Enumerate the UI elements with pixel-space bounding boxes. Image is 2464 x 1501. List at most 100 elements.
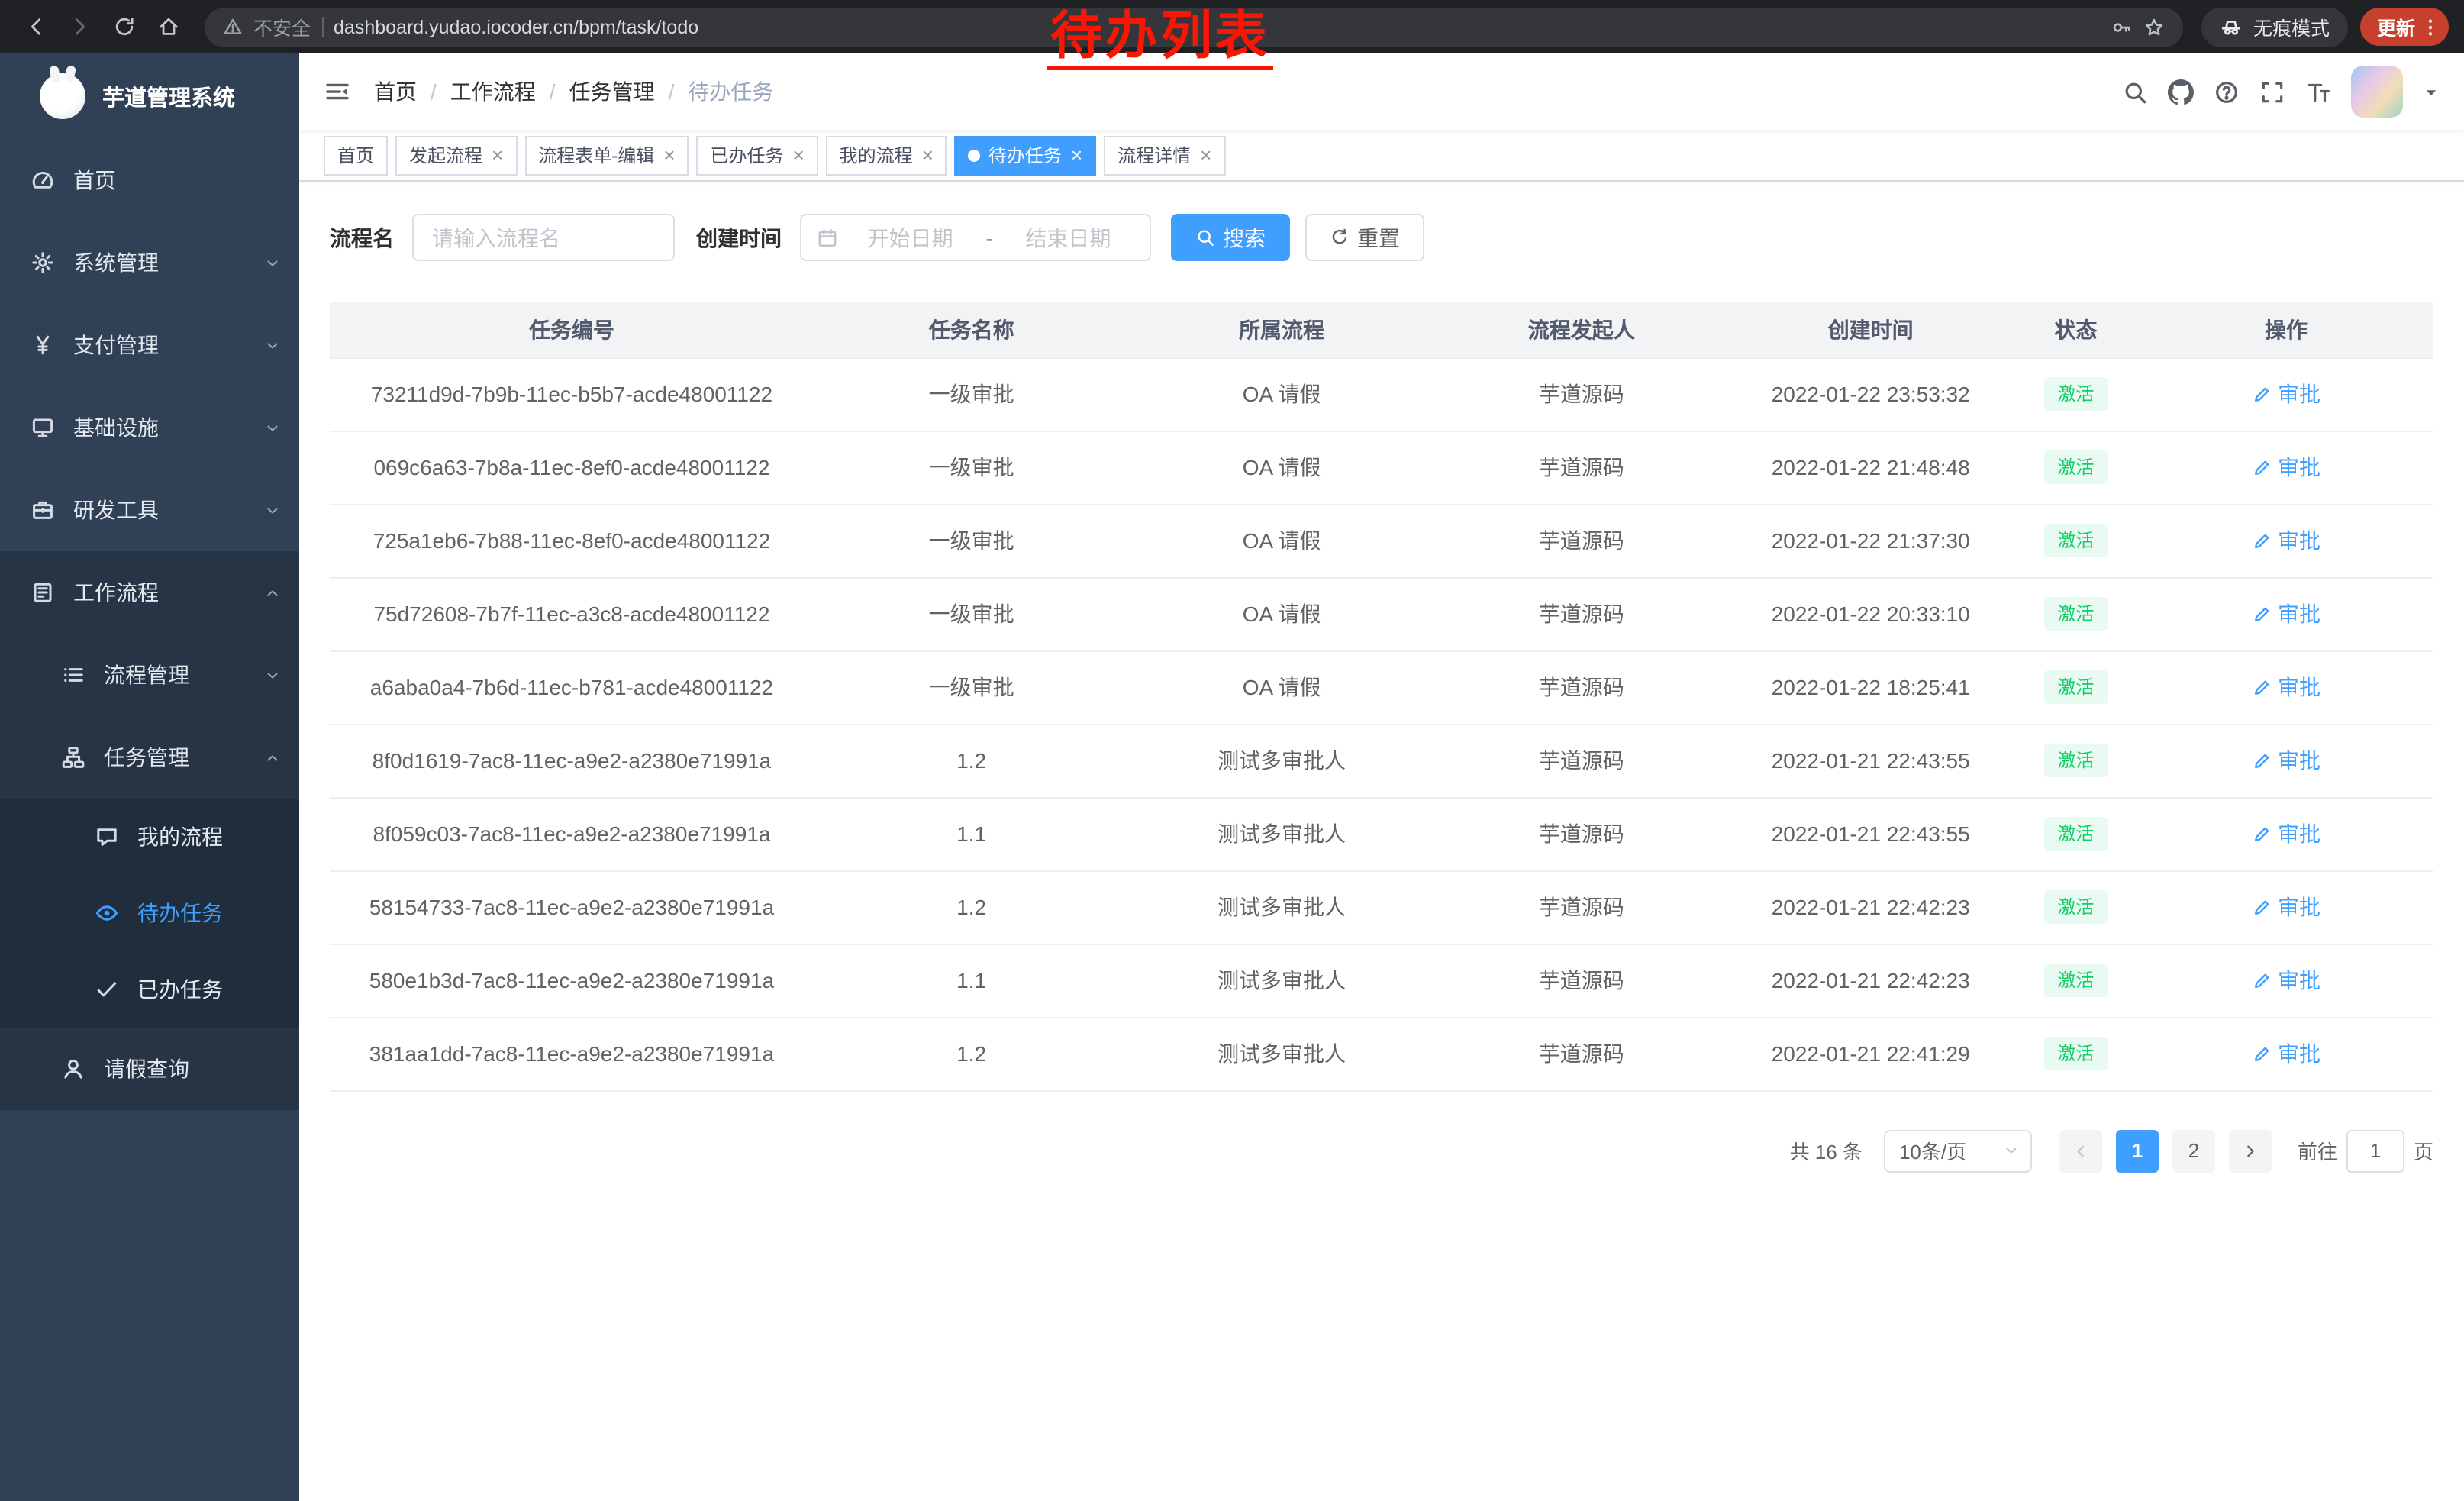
sidebar-item-label: 我的流程 [137,822,281,852]
sidebar-item-4[interactable]: 研发工具 [0,469,299,551]
approve-link[interactable]: 审批 [2252,745,2320,776]
tools-icon [31,498,55,522]
tab-1[interactable]: 发起流程× [395,135,517,175]
breadcrumb-separator: / [669,79,675,104]
approve-link[interactable]: 审批 [2252,452,2320,483]
home-icon[interactable] [148,6,189,47]
sidebar-item-6[interactable]: 流程管理 [0,634,299,716]
sidebar-item-0[interactable]: 首页 [0,139,299,221]
sidebar-item-9[interactable]: 待办任务 [0,875,299,951]
edit-icon [2252,970,2272,990]
tab-5[interactable]: 待办任务× [955,135,1096,175]
update-button[interactable]: 更新 [2360,8,2449,46]
approve-link[interactable]: 审批 [2252,379,2320,409]
help-icon[interactable] [2214,79,2240,105]
approve-link-label: 审批 [2278,965,2320,996]
approve-link[interactable]: 审批 [2252,672,2320,702]
cell-created: 2022-01-22 18:25:41 [1729,650,2013,724]
sidebar-item-1[interactable]: 系统管理 [0,221,299,304]
breadcrumb-item-3: 待办任务 [688,76,773,107]
end-date-placeholder[interactable]: 结束日期 [1002,222,1134,253]
tab-6[interactable]: 流程详情× [1104,135,1225,175]
start-date-placeholder[interactable]: 开始日期 [844,222,976,253]
page-button-2[interactable]: 2 [2172,1129,2215,1172]
caret-down-icon[interactable] [2423,83,2440,100]
prev-page-button[interactable] [2059,1129,2102,1172]
page-unit-label: 页 [2414,1136,2433,1165]
cell-created: 2022-01-21 22:43:55 [1729,724,2013,797]
sidebar-item-11[interactable]: 请假查询 [0,1028,299,1110]
cell-status: 激活 [2013,724,2139,797]
approve-link[interactable]: 审批 [2252,599,2320,629]
edit-icon [2252,677,2272,697]
font-size-icon[interactable] [2305,79,2331,105]
cell-task-id: 580e1b3d-7ac8-11ec-a9e2-a2380e71991a [330,944,814,1017]
sidebar-item-2[interactable]: 支付管理 [0,304,299,386]
goto-label: 前往 [2298,1136,2337,1165]
sidebar-item-10[interactable]: 已办任务 [0,951,299,1028]
approve-link[interactable]: 审批 [2252,892,2320,922]
forward-icon[interactable] [60,6,101,47]
app-title: 芋道管理系统 [102,80,235,112]
star-icon[interactable] [2143,16,2165,37]
github-icon[interactable] [2168,79,2194,105]
table-row-4: a6aba0a4-7b6d-11ec-b781-acde48001122一级审批… [330,650,2433,724]
warning-icon [223,17,243,37]
close-icon[interactable]: × [1200,145,1211,165]
sidebar-item-7[interactable]: 任务管理 [0,716,299,799]
close-icon[interactable]: × [792,145,804,165]
fullscreen-icon[interactable] [2259,79,2285,105]
sidebar-item-3[interactable]: 基础设施 [0,386,299,469]
key-icon[interactable] [2111,16,2133,37]
close-icon[interactable]: × [922,145,934,165]
breadcrumb-item-0[interactable]: 首页 [374,76,417,107]
search-icon[interactable] [2122,79,2148,105]
breadcrumb-item-1[interactable]: 工作流程 [450,76,536,107]
tab-label: 我的流程 [840,142,913,168]
approve-link[interactable]: 审批 [2252,525,2320,556]
status-badge: 激活 [2043,450,2108,485]
approve-link[interactable]: 审批 [2252,818,2320,849]
avatar[interactable] [2351,66,2403,118]
tab-0[interactable]: 首页 [324,135,388,175]
cell-task-id: 725a1eb6-7b88-11ec-8ef0-acde48001122 [330,504,814,577]
approve-link-label: 审批 [2278,525,2320,556]
eye-icon [95,901,119,925]
url-text[interactable]: dashboard.yudao.iocoder.cn/bpm/task/todo [334,16,698,37]
tab-3[interactable]: 已办任务× [696,135,818,175]
page-button-1[interactable]: 1 [2116,1129,2159,1172]
date-range-picker[interactable]: 开始日期 - 结束日期 [800,214,1151,261]
chevron-down-icon [264,502,281,518]
next-page-button[interactable] [2229,1129,2272,1172]
cell-created: 2022-01-21 22:41:29 [1729,1017,2013,1090]
cell-task-id: 381aa1dd-7ac8-11ec-a9e2-a2380e71991a [330,1017,814,1090]
page-size-select[interactable]: 10条/页 [1884,1129,2032,1172]
close-icon[interactable]: × [492,145,503,165]
cell-process: OA 请假 [1129,431,1434,504]
column-header-2: 所属流程 [1129,302,1434,357]
table-row-8: 580e1b3d-7ac8-11ec-a9e2-a2380e71991a1.1测… [330,944,2433,1017]
cell-task-id: a6aba0a4-7b6d-11ec-b781-acde48001122 [330,650,814,724]
column-header-6: 操作 [2139,302,2433,357]
reset-button[interactable]: 重置 [1305,214,1424,261]
sidebar-item-8[interactable]: 我的流程 [0,799,299,875]
sidebar-item-5[interactable]: 工作流程 [0,551,299,634]
approve-link[interactable]: 审批 [2252,1038,2320,1069]
cell-initiator: 芋道源码 [1434,870,1729,944]
tab-2[interactable]: 流程表单-编辑× [524,135,689,175]
back-icon[interactable] [15,6,56,47]
process-name-input[interactable] [412,214,675,261]
goto-page-input[interactable] [2346,1129,2404,1172]
close-icon[interactable]: × [663,145,675,165]
close-icon[interactable]: × [1071,145,1082,165]
search-button[interactable]: 搜索 [1171,214,1290,261]
sidebar-toggle-icon[interactable] [324,78,351,105]
approve-link[interactable]: 审批 [2252,965,2320,996]
menu-dots-icon[interactable] [2420,16,2441,37]
reload-icon[interactable] [104,6,145,47]
tab-4[interactable]: 我的流程 × [826,135,947,175]
column-header-0: 任务编号 [330,302,814,357]
security-label[interactable]: 不安全 [253,12,311,41]
breadcrumb-item-2[interactable]: 任务管理 [569,76,655,107]
cell-action: 审批 [2139,504,2433,577]
